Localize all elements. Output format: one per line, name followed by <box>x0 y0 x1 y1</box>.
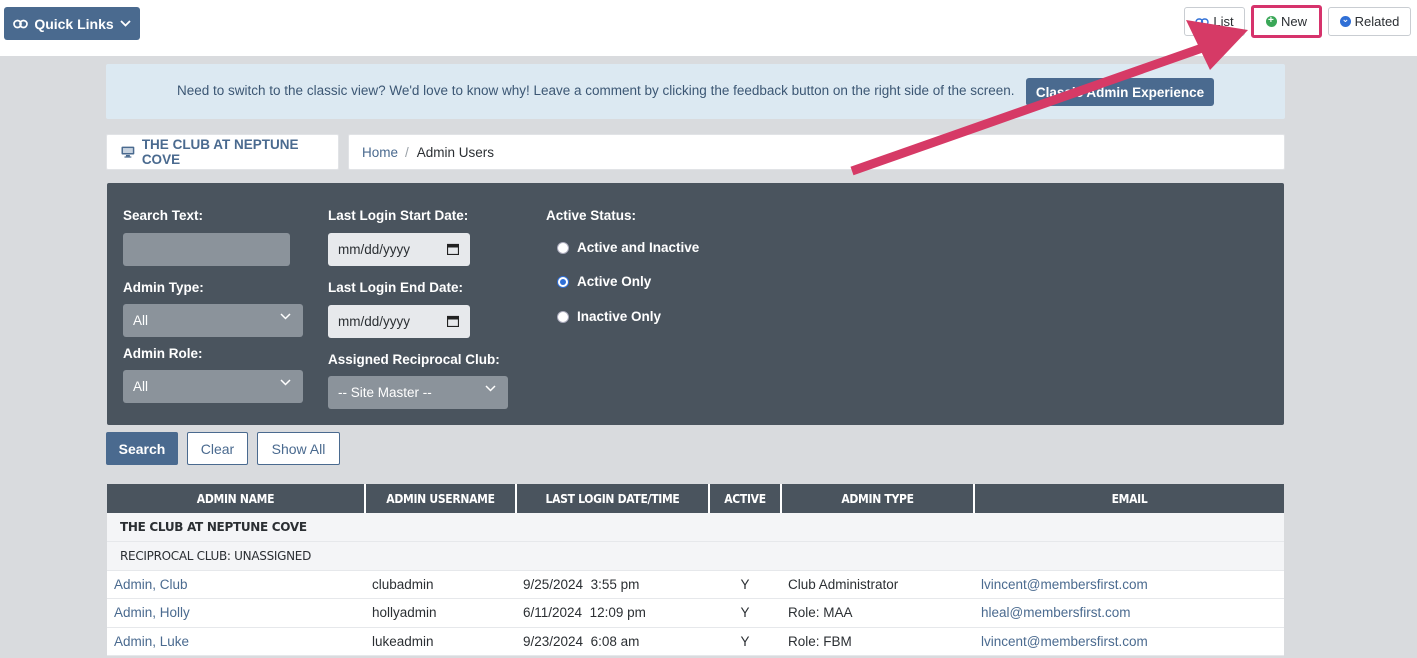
calendar-icon <box>447 315 459 327</box>
related-button[interactable]: Related <box>1328 7 1411 36</box>
radio-button-selected[interactable] <box>557 275 569 288</box>
column-header-active[interactable]: ACTIVE <box>709 484 782 513</box>
last-login-time: 3:55 pm <box>590 576 640 592</box>
breadcrumb-current: Admin Users <box>416 144 495 160</box>
last-login-end-placeholder: mm/dd/yyyy <box>338 314 411 329</box>
new-label: New <box>1280 14 1307 29</box>
breadcrumb-separator: / <box>405 144 409 160</box>
admin-type-value: All <box>133 313 149 328</box>
table-row: Admin, Holly hollyadmin 6/11/2024 12:09 … <box>107 598 1284 628</box>
active-flag: Y <box>709 627 781 656</box>
admin-type: Club Administrator <box>781 570 974 599</box>
club-name: THE CLUB AT NEPTUNE COVE <box>141 137 299 167</box>
breadcrumb-home-link[interactable]: Home <box>362 145 398 160</box>
quick-links-button[interactable]: Quick Links <box>4 7 140 40</box>
calendar-icon <box>447 243 459 255</box>
radio-inactive-only[interactable]: Inactive Only <box>557 309 661 324</box>
club-name-box[interactable]: THE CLUB AT NEPTUNE COVE <box>106 134 339 170</box>
chevron-down-icon <box>280 379 291 386</box>
active-flag: Y <box>709 570 781 599</box>
admin-type-label: Admin Type: <box>123 280 204 295</box>
column-header-admin-type[interactable]: ADMIN TYPE <box>781 484 975 513</box>
column-header-email[interactable]: EMAIL <box>974 484 1284 513</box>
radio-label: Active Only <box>577 274 652 289</box>
notice-text: Need to switch to the classic view? We'd… <box>177 83 1015 98</box>
group-row: THE CLUB AT NEPTUNE COVE <box>107 513 1284 542</box>
last-login-start-input[interactable]: mm/dd/yyyy <box>328 233 470 266</box>
active-flag: Y <box>709 598 781 628</box>
last-login: 9/25/2024 3:55 pm <box>516 570 709 599</box>
column-header-admin-name[interactable]: ADMIN NAME <box>107 484 366 513</box>
plus-circle-icon <box>1265 15 1277 27</box>
link-icon <box>1195 17 1210 26</box>
chevron-down-icon <box>485 385 496 392</box>
admin-username: clubadmin <box>365 570 516 599</box>
active-status-label: Active Status: <box>546 208 637 223</box>
last-login-start-placeholder: mm/dd/yyyy <box>338 242 411 257</box>
breadcrumb: Home / Admin Users <box>348 134 1285 170</box>
search-text-input[interactable] <box>123 233 290 266</box>
subgroup-row: RECIPROCAL CLUB: UNASSIGNED <box>107 541 1284 571</box>
classic-view-notice: Need to switch to the classic view? We'd… <box>106 64 1285 119</box>
admin-username: lukeadmin <box>365 627 516 656</box>
admin-type: Role: FBM <box>781 627 974 656</box>
reciprocal-club-value: -- Site Master -- <box>338 385 432 400</box>
admin-type-select[interactable]: All <box>123 304 303 337</box>
email-link[interactable]: lvincent@membersfirst.com <box>974 570 1284 599</box>
new-button[interactable]: New <box>1251 5 1322 38</box>
table-header-row: ADMIN NAME ADMIN USERNAME LAST LOGIN DAT… <box>107 484 1284 513</box>
last-login-date: 9/25/2024 <box>523 576 584 592</box>
radio-button[interactable] <box>557 310 569 323</box>
subgroup-label: RECIPROCAL CLUB: UNASSIGNED <box>107 541 1284 571</box>
admin-role-select[interactable]: All <box>123 370 303 403</box>
column-header-admin-username[interactable]: ADMIN USERNAME <box>365 484 517 513</box>
table-row: Admin, Luke lukeadmin 9/23/2024 6:08 am … <box>107 627 1284 656</box>
admin-username: hollyadmin <box>365 598 516 628</box>
admin-name-link[interactable]: Admin, Holly <box>107 598 365 628</box>
email-link[interactable]: hleal@membersfirst.com <box>974 598 1284 628</box>
last-login-date: 9/23/2024 <box>523 633 584 649</box>
top-bar: Quick Links List New Related <box>0 0 1417 56</box>
search-text-label: Search Text: <box>123 208 204 223</box>
group-label: THE CLUB AT NEPTUNE COVE <box>107 513 1284 542</box>
last-login: 6/11/2024 12:09 pm <box>516 598 709 628</box>
admin-role-value: All <box>133 379 149 394</box>
admin-role-label: Admin Role: <box>123 346 203 361</box>
last-login-start-label: Last Login Start Date: <box>328 208 469 223</box>
chevron-down-icon <box>280 313 291 320</box>
last-login-end-label: Last Login End Date: <box>328 280 463 295</box>
last-login-date: 6/11/2024 <box>523 605 583 621</box>
filter-panel: Search Text: Admin Type: All Admin Role:… <box>107 183 1284 425</box>
last-login-end-input[interactable]: mm/dd/yyyy <box>328 305 470 338</box>
table-row: Admin, Club clubadmin 9/25/2024 3:55 pm … <box>107 570 1284 599</box>
radio-button[interactable] <box>557 241 569 254</box>
admin-type: Role: MAA <box>781 598 974 628</box>
last-login: 9/23/2024 6:08 am <box>516 627 709 656</box>
reciprocal-club-label: Assigned Reciprocal Club: <box>328 352 500 367</box>
radio-label: Active and Inactive <box>577 240 700 255</box>
search-button[interactable]: Search <box>106 432 178 465</box>
link-icon <box>13 19 29 28</box>
quick-links-label: Quick Links <box>34 15 114 32</box>
admin-users-table: ADMIN NAME ADMIN USERNAME LAST LOGIN DAT… <box>107 484 1284 656</box>
classic-admin-experience-button[interactable]: Classic Admin Experience <box>1026 78 1214 106</box>
column-header-last-login[interactable]: LAST LOGIN DATE/TIME <box>516 484 710 513</box>
chevron-down-icon <box>120 20 131 27</box>
clear-button[interactable]: Clear <box>187 432 248 465</box>
admin-name-link[interactable]: Admin, Club <box>107 570 365 599</box>
list-label: List <box>1213 14 1234 29</box>
email-link[interactable]: lvincent@membersfirst.com <box>974 627 1284 656</box>
related-label: Related <box>1354 14 1400 29</box>
show-all-button[interactable]: Show All <box>257 432 340 465</box>
radio-active-and-inactive[interactable]: Active and Inactive <box>557 240 699 255</box>
last-login-time: 6:08 am <box>590 633 640 649</box>
reciprocal-club-select[interactable]: -- Site Master -- <box>328 376 508 409</box>
radio-label: Inactive Only <box>577 309 662 324</box>
admin-name-link[interactable]: Admin, Luke <box>107 627 365 656</box>
radio-active-only[interactable]: Active Only <box>557 274 651 289</box>
chevron-circle-icon <box>1339 15 1351 27</box>
monitor-icon <box>121 146 135 158</box>
list-button[interactable]: List <box>1184 7 1245 36</box>
last-login-time: 12:09 pm <box>589 605 646 621</box>
